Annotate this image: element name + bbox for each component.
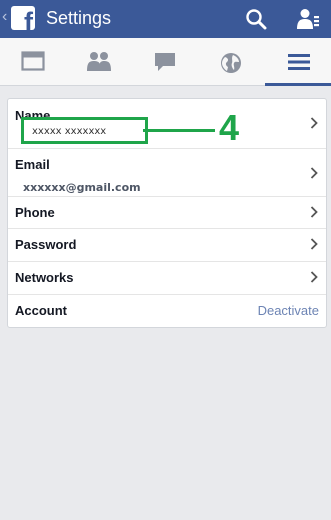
tab-news-feed[interactable] (0, 38, 66, 85)
chevron-right-icon (310, 167, 318, 179)
chevron-right-icon (310, 271, 318, 283)
back-icon[interactable]: ‹ (2, 8, 7, 26)
deactivate-link[interactable]: Deactivate (258, 303, 319, 318)
friends-icon (87, 52, 111, 71)
tab-menu[interactable] (265, 38, 331, 86)
email-value: xxxxxx@gmail.com (23, 181, 141, 194)
active-tab-indicator (265, 83, 331, 86)
step-number-callout: 4 (219, 107, 240, 148)
globe-icon (221, 53, 241, 73)
top-bar: ‹ f Settings (0, 0, 331, 38)
settings-list: Name xxxxx xxxxxxx Email xxxxxx@gmail.co… (7, 98, 327, 328)
tab-bar (0, 38, 331, 86)
friend-requests-icon[interactable] (296, 7, 320, 31)
name-value: xxxxx xxxxxxx (32, 126, 107, 137)
tab-messages[interactable] (132, 38, 198, 85)
chevron-right-icon (310, 238, 318, 250)
name-highlight-box: xxxxx xxxxxxx (21, 117, 148, 144)
account-label: Account (15, 303, 67, 318)
tab-notifications[interactable] (198, 38, 264, 85)
chevron-right-icon (310, 206, 318, 218)
settings-row-networks[interactable]: Networks (8, 261, 326, 295)
facebook-logo-icon[interactable]: f (11, 6, 35, 30)
password-label: Password (15, 237, 77, 252)
tab-friends[interactable] (66, 38, 132, 85)
settings-row-email[interactable]: Email xxxxxx@gmail.com (8, 148, 326, 197)
news-feed-icon (21, 51, 45, 71)
settings-row-password[interactable]: Password (8, 228, 326, 262)
chevron-right-icon (310, 117, 318, 129)
phone-label: Phone (15, 205, 55, 220)
settings-row-phone[interactable]: Phone (8, 196, 326, 229)
settings-row-name[interactable]: Name xxxxx xxxxxxx (8, 99, 326, 149)
page-title: Settings (46, 8, 112, 28)
email-label: Email (15, 157, 50, 172)
networks-label: Networks (15, 270, 74, 285)
callout-line (143, 129, 215, 132)
hamburger-menu-icon (288, 54, 310, 70)
search-icon[interactable] (245, 8, 267, 30)
settings-row-account: Account Deactivate (8, 294, 326, 327)
messages-icon (155, 53, 175, 71)
